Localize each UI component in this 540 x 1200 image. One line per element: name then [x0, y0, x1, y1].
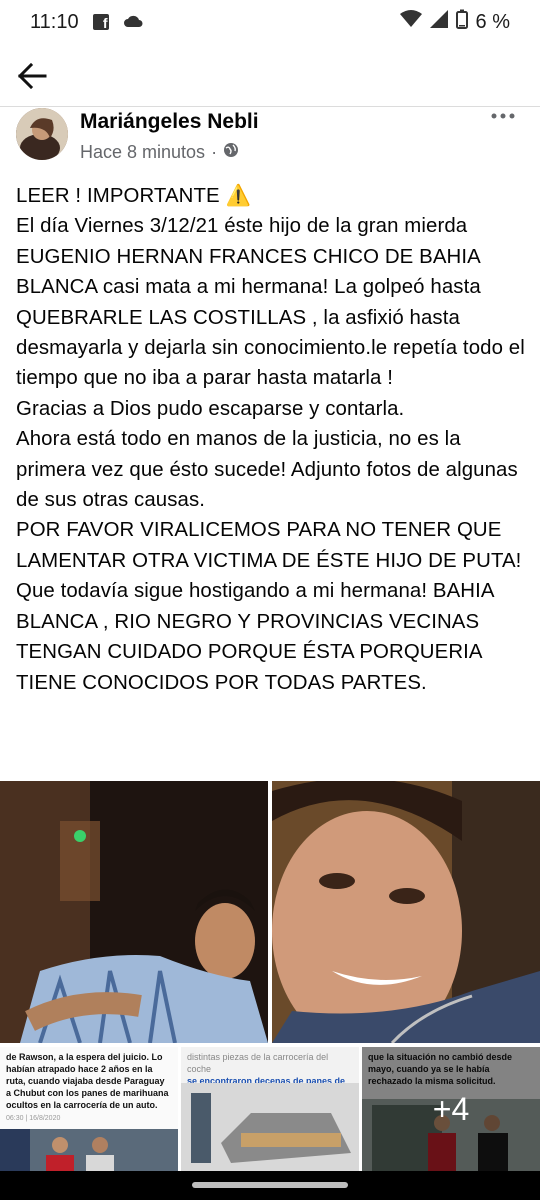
home-gesture-handle[interactable]	[192, 1182, 348, 1188]
battery-percent: 6 %	[475, 10, 510, 33]
news-1-date: 06:30 | 16/8/2020	[6, 1115, 61, 1122]
photo-3-news[interactable]: de Rawson, a la espera del juicio. Lo ha…	[0, 1047, 178, 1171]
facebook-notification-icon: f	[92, 14, 109, 30]
photo-grid: de Rawson, a la espera del juicio. Lo ha…	[0, 781, 540, 1171]
meta-separator: ·	[211, 142, 218, 162]
globe-icon	[223, 142, 239, 163]
author-name[interactable]: Mariángeles Nebli	[80, 110, 259, 134]
more-dots-icon	[491, 113, 515, 119]
photo-1[interactable]	[0, 781, 268, 1043]
post-header: Mariángeles Nebli Hace 8 minutos ·	[0, 104, 540, 168]
signal-icon	[429, 10, 448, 34]
avatar[interactable]	[16, 108, 68, 160]
photo-5-news[interactable]: que la situación no cambió desde mayo, c…	[362, 1047, 540, 1171]
news-1-text: de Rawson, a la espera del juicio. Lo ha…	[6, 1051, 172, 1125]
post-meta: Hace 8 minutos ·	[80, 142, 239, 163]
post-body-text: LEER ! IMPORTANTE ⚠️ El día Viernes 3/12…	[16, 185, 525, 694]
post-timestamp[interactable]: Hace 8 minutos	[80, 142, 205, 163]
battery-icon	[455, 9, 468, 35]
status-left: 11:10 f	[30, 11, 143, 34]
back-button[interactable]	[14, 58, 50, 94]
news-2-line-a: distintas piezas de la carrocería del co…	[187, 1052, 329, 1074]
top-app-bar	[0, 50, 540, 107]
back-arrow-icon	[17, 63, 47, 89]
cloud-icon	[123, 11, 143, 34]
more-photos-count: +4	[432, 1090, 470, 1127]
photo-4-news[interactable]: distintas piezas de la carrocería del co…	[181, 1047, 359, 1171]
wifi-icon	[399, 10, 422, 34]
status-time: 11:10	[30, 10, 79, 33]
news-1-body: de Rawson, a la espera del juicio. Lo ha…	[6, 1052, 169, 1110]
more-options-button[interactable]	[488, 106, 518, 126]
status-bar: 11:10 f 6 %	[0, 0, 540, 44]
status-right: 6 %	[399, 9, 510, 35]
more-photos-overlay[interactable]: +4	[362, 1047, 540, 1171]
system-nav-bar	[0, 1171, 540, 1200]
photo-2[interactable]	[272, 781, 540, 1043]
